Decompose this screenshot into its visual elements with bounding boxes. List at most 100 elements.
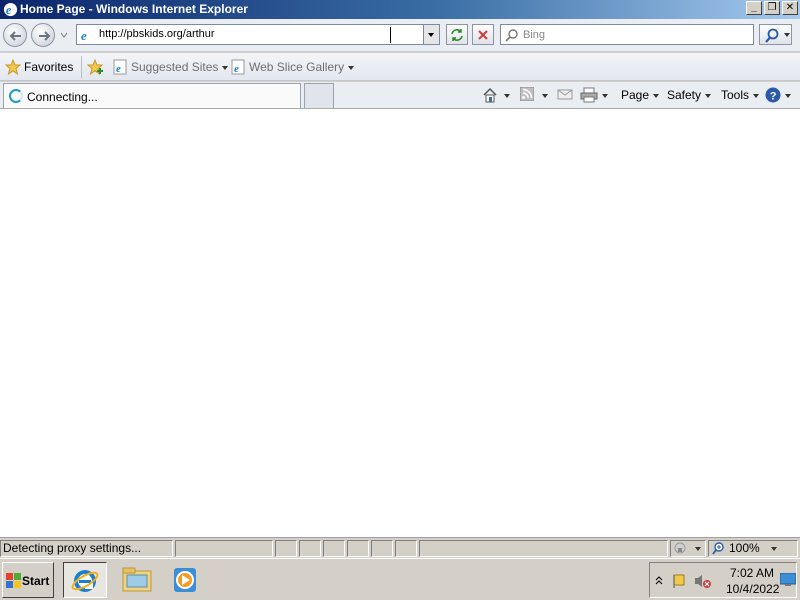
taskbar-internet-explorer[interactable]: [63, 562, 107, 598]
restore-button[interactable]: ❐: [764, 1, 780, 15]
back-arrow-icon: [9, 31, 21, 41]
add-to-favorites-icon[interactable]: [87, 59, 105, 75]
refresh-button[interactable]: [446, 24, 468, 45]
media-player-icon: [174, 568, 196, 592]
feeds-button[interactable]: [520, 87, 548, 103]
taskbar-windows-explorer[interactable]: [115, 562, 159, 598]
page-menu[interactable]: Page: [621, 87, 660, 103]
print-button[interactable]: [580, 87, 608, 103]
address-dropdown-button[interactable]: [423, 25, 439, 44]
refresh-icon: [451, 29, 463, 41]
taskbar-windows-media-player[interactable]: [164, 562, 208, 598]
clock-time[interactable]: 7:02 AM: [730, 566, 774, 580]
security-zone-pane: [419, 540, 668, 557]
navigation-bar: e http://pbskids.org/arthur Bing: [0, 19, 800, 52]
clock-date[interactable]: 10/4/2022: [726, 582, 779, 596]
chevron-down-icon: [653, 93, 660, 98]
forward-button[interactable]: [31, 23, 55, 47]
chevron-down-icon: [785, 93, 791, 98]
search-options-dropdown-icon[interactable]: [784, 33, 790, 37]
address-bar[interactable]: e http://pbskids.org/arthur: [76, 24, 440, 45]
search-box[interactable]: Bing: [500, 24, 754, 45]
favorites-bar: Favorites e Suggested Sites e Web Slice …: [0, 53, 800, 81]
chevron-down-icon: [222, 65, 229, 70]
favorites-item-label: Web Slice Gallery: [249, 60, 345, 74]
svg-text:?: ?: [770, 91, 777, 103]
star-icon: [5, 59, 21, 75]
recent-pages-dropdown-icon[interactable]: [60, 31, 68, 39]
chevron-down-icon: [753, 93, 760, 98]
internet-explorer-icon: e: [3, 2, 18, 17]
search-button[interactable]: [759, 24, 792, 45]
status-progress-pane: [175, 540, 273, 557]
chevron-down-icon[interactable]: [542, 93, 548, 98]
printer-icon: [580, 87, 598, 103]
folder-icon: [122, 567, 152, 592]
forward-arrow-icon: [39, 31, 51, 41]
divider: [81, 56, 82, 78]
favorites-item-label: Suggested Sites: [131, 60, 219, 74]
new-tab-button[interactable]: [304, 83, 334, 108]
zoom-icon: [712, 542, 724, 555]
status-pane: [371, 540, 393, 557]
status-pane: [323, 540, 345, 557]
status-pane: [299, 540, 321, 557]
show-desktop-icon[interactable]: [780, 573, 796, 587]
notification-area: 7:02 AM 10/4/2022: [649, 562, 797, 598]
window-title: Home Page - Windows Internet Explorer: [20, 2, 248, 16]
chevron-down-icon[interactable]: [504, 93, 510, 98]
favorites-item[interactable]: e Suggested Sites: [112, 59, 229, 75]
chevron-down-icon: [771, 547, 777, 551]
address-input[interactable]: http://pbskids.org/arthur: [99, 28, 215, 40]
minimize-button[interactable]: _: [746, 1, 762, 15]
text-cursor: [390, 27, 391, 43]
tab-title: Connecting...: [27, 90, 98, 104]
home-button[interactable]: [482, 87, 510, 103]
tools-menu[interactable]: Tools: [721, 87, 760, 103]
safety-menu-label: Safety: [667, 88, 702, 102]
search-provider-icon: [505, 29, 518, 42]
back-button[interactable]: [3, 23, 27, 47]
chevron-down-icon: [705, 93, 712, 98]
tools-menu-label: Tools: [721, 88, 750, 102]
tab-command-bar: Connecting... Page Safety Tools ?: [0, 82, 800, 108]
taskbar: Start 7:02 AM 10/4/2022: [0, 558, 800, 600]
stop-icon: [478, 30, 488, 40]
help-button[interactable]: ?: [765, 87, 791, 103]
page-icon: e: [81, 28, 87, 42]
mail-icon: [557, 89, 573, 100]
action-center-flag-icon[interactable]: [672, 573, 688, 589]
status-pane: [275, 540, 297, 557]
help-icon: ?: [765, 87, 781, 103]
safety-menu[interactable]: Safety: [667, 87, 712, 103]
volume-muted-icon[interactable]: [694, 573, 712, 589]
chevron-down-icon[interactable]: [602, 93, 608, 98]
start-button[interactable]: Start: [2, 562, 54, 598]
search-input[interactable]: Bing: [523, 29, 545, 41]
favorites-button[interactable]: Favorites: [5, 59, 73, 75]
svg-text:e: e: [234, 63, 239, 75]
page-content-area[interactable]: [0, 108, 800, 537]
zoom-button[interactable]: 100%: [708, 540, 798, 557]
chevron-down-icon: [695, 547, 701, 551]
status-pane: [395, 540, 417, 557]
rss-feed-icon: [520, 87, 534, 101]
close-button[interactable]: ✕: [782, 1, 798, 15]
show-hidden-icons-icon[interactable]: [655, 575, 663, 585]
windows-logo-icon: [6, 573, 21, 588]
stop-button[interactable]: [472, 24, 494, 45]
page-icon: e: [113, 59, 127, 75]
favorites-item[interactable]: e Web Slice Gallery: [230, 59, 355, 75]
shield-icon: [674, 542, 686, 554]
title-bar: e Home Page - Windows Internet Explorer …: [0, 0, 800, 19]
status-pane: [347, 540, 369, 557]
chevron-down-icon: [428, 33, 434, 37]
home-icon: [483, 87, 497, 103]
protected-mode-button[interactable]: [670, 540, 706, 557]
page-icon: e: [231, 59, 245, 75]
zoom-level: 100%: [729, 541, 760, 555]
tab-current[interactable]: Connecting...: [3, 83, 301, 108]
search-icon: [765, 28, 779, 43]
svg-text:e: e: [81, 28, 87, 42]
favorites-label: Favorites: [24, 60, 74, 74]
